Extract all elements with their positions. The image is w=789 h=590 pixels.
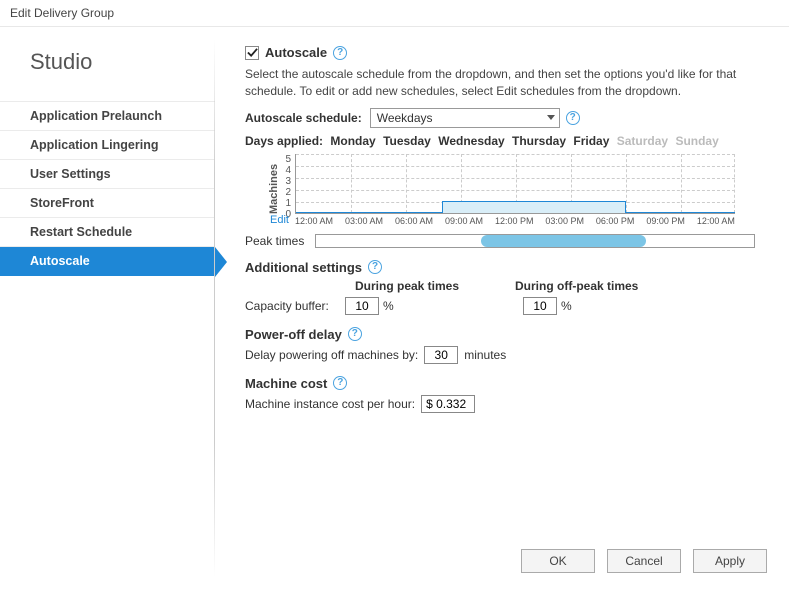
poweroff-heading: Power-off delay ? <box>245 327 767 342</box>
col-offpeak-label: During off-peak times <box>515 279 638 293</box>
machine-cost-row: Machine instance cost per hour: <box>245 395 767 413</box>
sidebar-item-label: Autoscale <box>30 254 90 268</box>
day: Thursday <box>512 134 566 148</box>
sidebar-item-autoscale[interactable]: Autoscale <box>0 247 215 276</box>
heading-text: Additional settings <box>245 260 362 275</box>
sidebar-item-label: Application Prelaunch <box>30 109 162 123</box>
sidebar-item-prelaunch[interactable]: Application Prelaunch <box>0 101 215 131</box>
x-tick: 12:00 PM <box>495 216 534 226</box>
capacity-peak-input[interactable] <box>345 297 379 315</box>
x-tick: 03:00 AM <box>345 216 383 226</box>
help-icon[interactable]: ? <box>333 46 347 60</box>
window-title: Edit Delivery Group <box>0 0 789 27</box>
check-icon <box>247 47 258 58</box>
chart-area[interactable] <box>295 154 735 214</box>
capacity-offpeak-input[interactable] <box>523 297 557 315</box>
day: Monday <box>330 134 375 148</box>
schedule-select[interactable]: Weekdays <box>370 108 560 128</box>
x-tick: 06:00 PM <box>596 216 635 226</box>
sidebar: Studio Application Prelaunch Application… <box>0 27 215 589</box>
schedule-value: Weekdays <box>377 111 433 125</box>
peak-times-label: Peak times <box>245 234 311 248</box>
sidebar-item-label: Application Lingering <box>30 138 158 152</box>
additional-settings-heading: Additional settings ? <box>245 260 767 275</box>
ok-button[interactable]: OK <box>521 549 595 573</box>
autoscale-description: Select the autoscale schedule from the d… <box>245 66 755 100</box>
x-tick: 03:00 PM <box>545 216 584 226</box>
sidebar-item-storefront[interactable]: StoreFront <box>0 189 215 218</box>
schedule-row: Autoscale schedule: Weekdays ? <box>245 108 767 128</box>
peak-times-row: Peak times <box>245 234 767 248</box>
sidebar-nav: Application Prelaunch Application Linger… <box>0 101 215 276</box>
day: Wednesday <box>438 134 504 148</box>
chart-fill <box>442 201 626 213</box>
machine-cost-label: Machine instance cost per hour: <box>245 397 415 411</box>
day: Tuesday <box>383 134 431 148</box>
main: Studio Application Prelaunch Application… <box>0 27 789 589</box>
peak-fill <box>481 235 646 247</box>
y-tick: 1 <box>285 198 291 209</box>
autoscale-checkbox-row: Autoscale ? <box>245 45 767 60</box>
machine-cost-input[interactable] <box>421 395 475 413</box>
capacity-buffer-label: Capacity buffer: <box>245 299 345 313</box>
cancel-button[interactable]: Cancel <box>607 549 681 573</box>
edit-schedule-link[interactable]: Edit <box>245 214 289 226</box>
poweroff-input[interactable] <box>424 346 458 364</box>
col-peak-label: During peak times <box>355 279 515 293</box>
pct-label: % <box>383 299 523 313</box>
autoscale-checkbox-label: Autoscale <box>265 45 327 60</box>
peak-times-bar[interactable] <box>315 234 755 248</box>
dialog-buttons: OK Cancel Apply <box>521 549 767 573</box>
y-tick: 3 <box>285 176 291 187</box>
autoscale-checkbox[interactable] <box>245 46 259 60</box>
help-icon[interactable]: ? <box>333 376 347 390</box>
pct-label: % <box>561 299 572 313</box>
help-icon[interactable]: ? <box>348 327 362 341</box>
chevron-down-icon <box>547 115 555 120</box>
help-icon[interactable]: ? <box>368 260 382 274</box>
day: Saturday <box>617 134 668 148</box>
days-applied: Days applied: Monday Tuesday Wednesday T… <box>245 134 767 148</box>
day: Sunday <box>675 134 718 148</box>
sidebar-item-label: StoreFront <box>30 196 94 210</box>
sidebar-item-user-settings[interactable]: User Settings <box>0 160 215 189</box>
x-tick: 09:00 AM <box>445 216 483 226</box>
content: Autoscale ? Select the autoscale schedul… <box>215 27 789 589</box>
day: Friday <box>573 134 609 148</box>
poweroff-label: Delay powering off machines by: <box>245 348 418 362</box>
brand: Studio <box>0 49 215 97</box>
sidebar-item-restart-schedule[interactable]: Restart Schedule <box>0 218 215 247</box>
sidebar-item-label: User Settings <box>30 167 111 181</box>
poweroff-row: Delay powering off machines by: minutes <box>245 346 767 364</box>
schedule-label: Autoscale schedule: <box>245 111 362 125</box>
y-tick: 5 <box>285 154 291 165</box>
buffer-columns: During peak times During off-peak times <box>245 279 767 293</box>
x-tick: 12:00 AM <box>697 216 735 226</box>
chart-y-label: Machines <box>269 154 285 214</box>
sidebar-item-lingering[interactable]: Application Lingering <box>0 131 215 160</box>
x-tick: 12:00 AM <box>295 216 333 226</box>
x-tick: 09:00 PM <box>646 216 685 226</box>
heading-text: Power-off delay <box>245 327 342 342</box>
machine-cost-heading: Machine cost ? <box>245 376 767 391</box>
x-tick: 06:00 AM <box>395 216 433 226</box>
y-tick: 4 <box>285 165 291 176</box>
schedule-chart: Machines 5 4 3 2 1 0 Edit <box>245 154 767 226</box>
sidebar-item-label: Restart Schedule <box>30 225 132 239</box>
chart-y-axis: 5 4 3 2 1 0 <box>285 154 295 214</box>
help-icon[interactable]: ? <box>566 111 580 125</box>
capacity-buffer-row: Capacity buffer: % % <box>245 297 767 315</box>
poweroff-unit: minutes <box>464 348 506 362</box>
apply-button[interactable]: Apply <box>693 549 767 573</box>
days-label: Days applied: <box>245 134 323 148</box>
chart-x-axis: 12:00 AM 03:00 AM 06:00 AM 09:00 AM 12:0… <box>295 216 735 226</box>
y-tick: 2 <box>285 187 291 198</box>
heading-text: Machine cost <box>245 376 327 391</box>
